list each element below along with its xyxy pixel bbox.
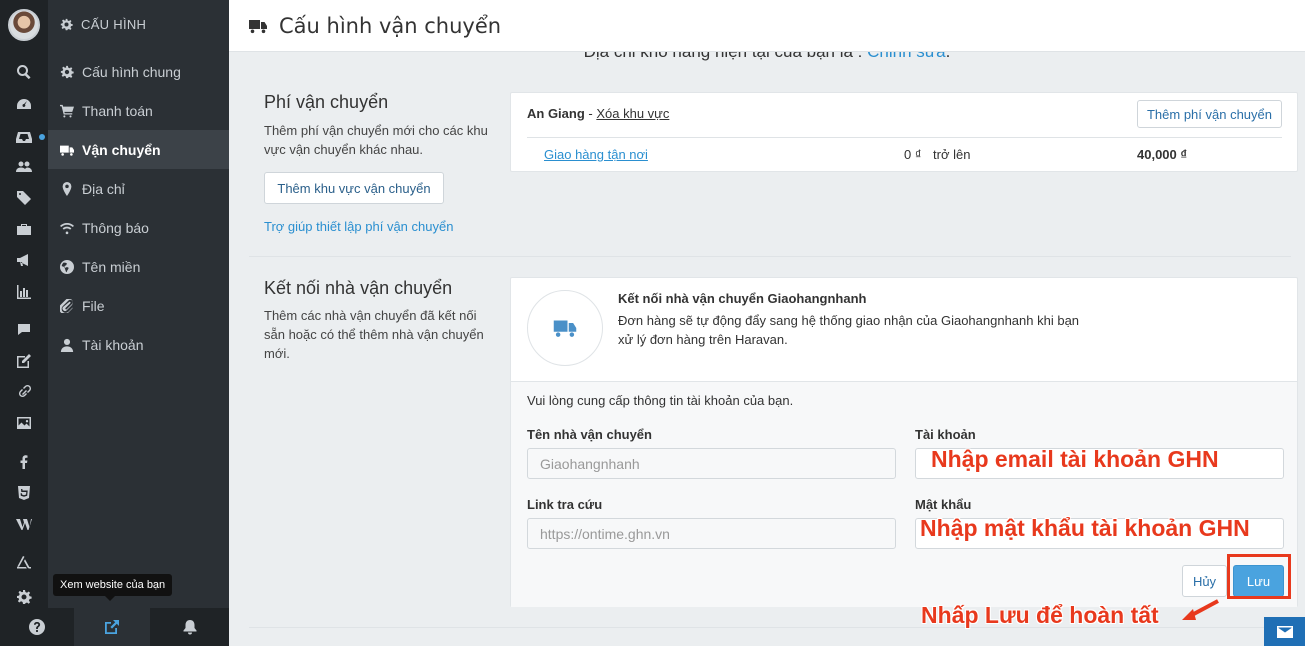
tracking-link-input[interactable]: https://ontime.ghn.vn — [527, 518, 896, 549]
user-icon — [60, 338, 74, 352]
cart-icon — [60, 104, 74, 117]
image-icon[interactable] — [14, 413, 34, 433]
megaphone-icon[interactable] — [14, 250, 34, 270]
html5-icon[interactable] — [14, 483, 34, 503]
icon-rail — [0, 0, 48, 646]
nav-item-account[interactable]: Tài khoản — [48, 325, 229, 364]
truck-icon — [553, 320, 577, 337]
carrier-form: Vui lòng cung cấp thông tin tài khoản củ… — [511, 381, 1297, 607]
view-website-tooltip: Xem website của bạn — [53, 574, 173, 601]
zone-divider — [527, 137, 1282, 138]
rate-range: trở lên — [933, 147, 971, 162]
search-icon[interactable] — [14, 62, 34, 82]
carrier-card: Kết nối nhà vận chuyển Giaohangnhanh Đơn… — [510, 277, 1298, 607]
nav-item-label: Tài khoản — [82, 336, 144, 353]
envelope-icon — [1276, 625, 1293, 638]
carrier-card-title: Kết nối nhà vận chuyển Giaohangnhanh — [618, 291, 867, 306]
wordpress-icon[interactable] — [14, 514, 34, 534]
cancel-button[interactable]: Hủy — [1182, 565, 1227, 597]
nav-item-label: File — [82, 297, 105, 314]
save-hint-annotation: Nhấp Lưu để hoàn tất — [921, 602, 1159, 628]
carrier-card-desc: Đơn hàng sẽ tự động đẩy sang hệ thống gi… — [618, 313, 1080, 347]
carrier-logo — [527, 290, 603, 366]
nav-item-payment[interactable]: Thanh toán — [48, 91, 229, 130]
nav-item-label: Thông báo — [82, 219, 149, 236]
bell-icon[interactable] — [150, 608, 229, 646]
password-label: Mật khẩu — [915, 497, 972, 512]
tags-icon[interactable] — [14, 188, 34, 208]
carrier-section-desc: Thêm các nhà vận chuyển đã kết nối sẵn h… — [264, 308, 484, 361]
chat-widget-button[interactable] — [1264, 617, 1305, 646]
nav-item-label: Vận chuyển — [82, 141, 161, 158]
briefcase-icon[interactable] — [14, 219, 34, 239]
truck-icon — [249, 19, 267, 33]
nav-header-label: CẤU HÌNH — [81, 17, 147, 32]
notification-dot — [39, 134, 45, 140]
shipping-help-link[interactable]: Trợ giúp thiết lập phí vận chuyển — [264, 219, 453, 234]
section-divider — [249, 256, 1291, 257]
nav-header: CẤU HÌNH — [60, 17, 146, 32]
nav-item-general[interactable]: Cấu hình chung — [48, 52, 229, 91]
shipping-fee-title: Phí vận chuyển — [264, 92, 389, 112]
password-hint-annotation: Nhập mật khẩu tài khoản GHN — [920, 515, 1250, 541]
carrier-name-label: Tên nhà vận chuyển — [527, 427, 652, 442]
nav-item-address[interactable]: Địa chỉ — [48, 169, 229, 208]
form-intro: Vui lòng cung cấp thông tin tài khoản củ… — [527, 393, 794, 408]
rate-min: 0 ₫ — [904, 147, 922, 162]
help-icon[interactable] — [0, 608, 74, 646]
inbox-icon[interactable] — [14, 127, 34, 147]
users-icon[interactable] — [14, 157, 34, 177]
gear-icon — [60, 65, 74, 78]
add-shipping-zone-button[interactable]: Thêm khu vực vận chuyển — [264, 172, 444, 204]
zone-header: An Giang - Xóa khu vực — [527, 106, 669, 121]
shipping-fee-desc: Thêm phí vận chuyển mới cho các khu vực … — [264, 123, 488, 157]
avatar[interactable] — [8, 9, 40, 41]
dashboard-icon[interactable] — [14, 95, 34, 115]
page-title: Cấu hình vận chuyển — [279, 13, 502, 38]
account-label: Tài khoản — [915, 427, 976, 442]
map-marker-icon — [62, 181, 72, 196]
link-icon[interactable] — [14, 382, 34, 402]
facebook-icon[interactable] — [14, 452, 34, 472]
nav-item-file[interactable]: File — [48, 286, 229, 325]
external-link-icon[interactable] — [74, 608, 150, 646]
rate-price: 40,000 ₫ — [1137, 147, 1188, 162]
nav-item-label: Cấu hình chung — [82, 63, 181, 80]
app-store-icon[interactable] — [14, 553, 34, 573]
bottom-bar — [0, 608, 229, 646]
nav-item-shipping[interactable]: Vận chuyển — [48, 130, 229, 169]
settings-nav: CẤU HÌNH Cấu hình chung Thanh toán Vận c… — [48, 0, 229, 646]
zone-separator: - — [584, 106, 597, 121]
nav-item-notifications[interactable]: Thông báo — [48, 208, 229, 247]
add-shipping-fee-button[interactable]: Thêm phí vận chuyển — [1137, 100, 1282, 128]
gear-icon — [60, 18, 73, 31]
arrow-icon — [1182, 599, 1219, 620]
settings-gear-icon[interactable] — [14, 587, 34, 607]
chat-icon[interactable] — [14, 320, 34, 340]
edit-icon[interactable] — [14, 351, 34, 371]
page-header: Cấu hình vận chuyển — [229, 0, 1305, 52]
paperclip-icon — [60, 298, 73, 313]
truck-icon — [60, 145, 74, 156]
nav-item-label: Tên miền — [82, 258, 141, 275]
email-hint-annotation: Nhập email tài khoản GHN — [931, 446, 1219, 472]
wifi-icon — [60, 222, 74, 234]
carrier-section-title: Kết nối nhà vận chuyển — [264, 278, 453, 298]
nav-item-label: Thanh toán — [82, 102, 153, 119]
globe-icon — [60, 259, 74, 274]
nav-item-label: Địa chỉ — [82, 180, 125, 197]
zone-name: An Giang — [527, 106, 585, 121]
shipping-zone-card: An Giang - Xóa khu vực Thêm phí vận chuy… — [510, 92, 1298, 172]
save-highlight-box — [1227, 554, 1291, 599]
tracking-link-label: Link tra cứu — [527, 497, 603, 512]
bar-chart-icon[interactable] — [14, 282, 34, 302]
nav-item-domains[interactable]: Tên miền — [48, 247, 229, 286]
carrier-name-input[interactable]: Giaohangnhanh — [527, 448, 896, 479]
rate-name-link[interactable]: Giao hàng tận nơi — [544, 147, 648, 162]
delete-zone-link[interactable]: Xóa khu vực — [596, 106, 669, 121]
